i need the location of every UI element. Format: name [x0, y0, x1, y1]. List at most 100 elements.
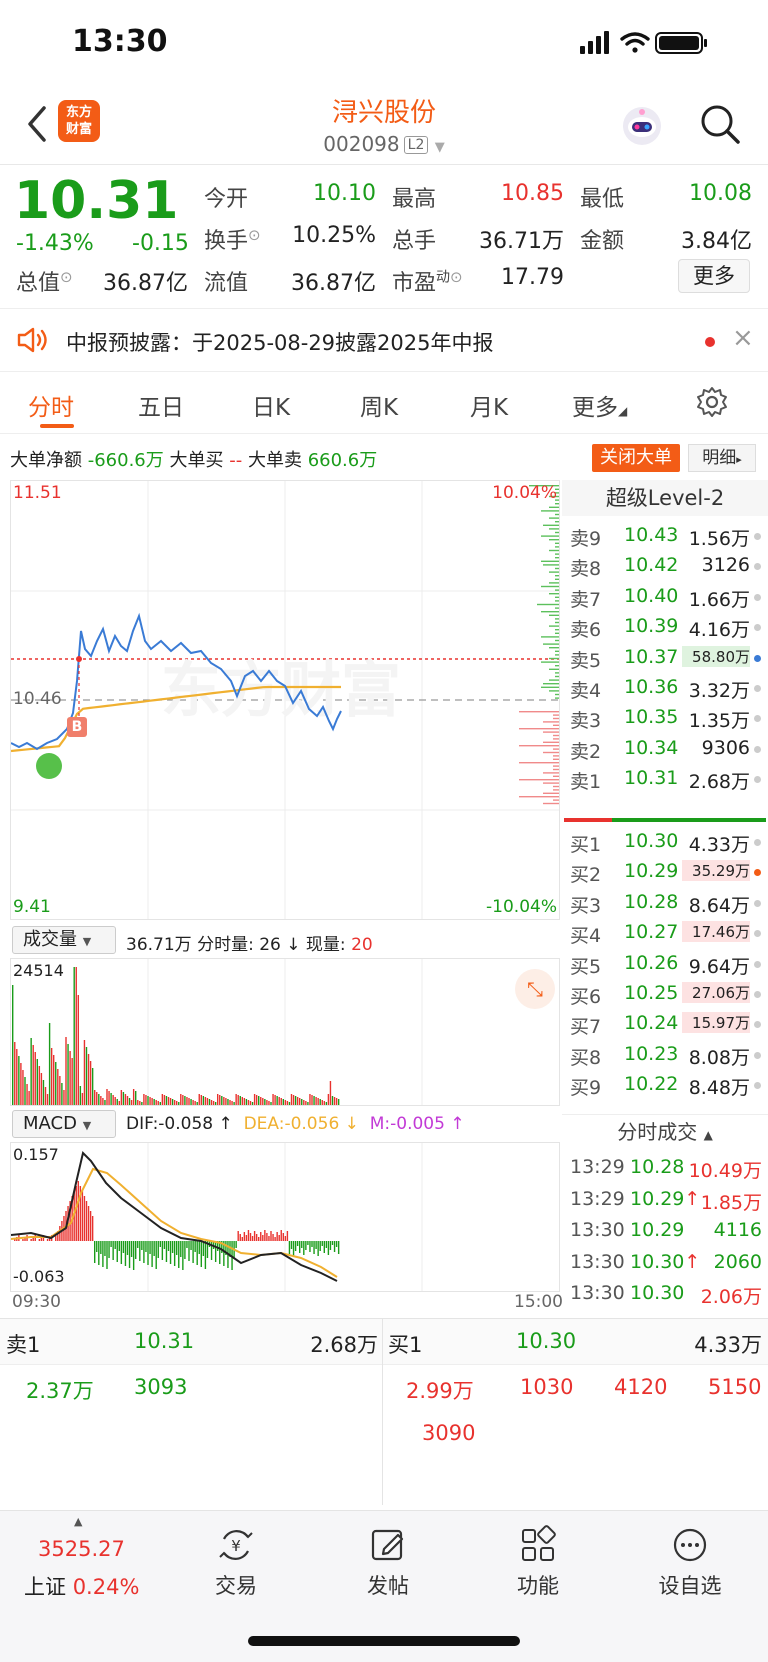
bid-row[interactable]: 买3 10.28 8.64万 — [562, 887, 768, 919]
tab-monthly-k[interactable]: 月K — [470, 388, 508, 422]
volume-chart[interactable]: 24514 ⤡ — [10, 958, 560, 1106]
bid-level-label: 买2 — [570, 864, 602, 887]
ask-row[interactable]: 卖9 10.43 1.56万 — [562, 520, 768, 552]
ask-row[interactable]: 卖1 10.31 2.68万 — [562, 763, 768, 795]
trades-title[interactable]: 分时成交 ▲ — [562, 1114, 768, 1148]
close-icon[interactable]: × — [732, 323, 754, 353]
trade-volume: 1.85万 — [700, 1191, 762, 1214]
level2-title[interactable]: 超级Level-2 — [562, 480, 768, 516]
bid-order: 3090 — [422, 1421, 476, 1445]
caret-up-icon: ▲ — [74, 1515, 83, 1528]
tab-trade[interactable]: ¥ 交易 — [186, 1525, 286, 1600]
ask-level-label: 卖2 — [570, 740, 602, 763]
ask-volume: 3.32万 — [688, 680, 750, 702]
close-big-order-button[interactable]: 关闭大单 — [592, 444, 680, 472]
volume-chart-svg — [12, 959, 423, 1105]
net-value: -660.6万 — [87, 450, 164, 471]
more-button[interactable]: 更多 — [678, 259, 750, 293]
bid-price: 10.28 — [624, 890, 679, 913]
settings-gear-icon[interactable] — [696, 386, 728, 418]
ask-row[interactable]: 卖5 10.37 58.80万 — [562, 642, 768, 674]
high-label: 最高 — [392, 187, 437, 212]
order-queue: 卖1 10.31 2.68万 买1 10.30 4.33万 2.37万 3093… — [0, 1318, 768, 1505]
level-dot — [754, 839, 761, 846]
macd-chart[interactable]: 0.157 -0.063 — [10, 1142, 560, 1292]
ask-row[interactable]: 卖2 10.34 9306 — [562, 733, 768, 765]
last-price: 10.31 — [14, 171, 179, 231]
bid-price: 10.24 — [624, 1012, 679, 1035]
unread-dot — [705, 337, 715, 347]
bid-row[interactable]: 买8 10.23 8.08万 — [562, 1039, 768, 1071]
tab-daily-k[interactable]: 日K — [252, 388, 290, 422]
tab-post[interactable]: 发帖 — [338, 1525, 438, 1600]
trade-time: 13:29 — [570, 1187, 625, 1210]
ask-row[interactable]: 卖6 10.39 4.16万 — [562, 611, 768, 643]
bid-row[interactable]: 买1 10.30 4.33万 — [562, 826, 768, 858]
intraday-chart[interactable]: 东方财富 11.51 10.04% 10.46 9.41 -10.04% B — [10, 480, 560, 920]
tab-functions[interactable]: 功能 — [488, 1525, 588, 1600]
bid-row[interactable]: 买7 10.24 15.97万 — [562, 1008, 768, 1040]
index-row[interactable]: 上证 0.24% — [24, 1571, 139, 1601]
volume-indicator-select[interactable]: 成交量 ▼ — [12, 926, 116, 954]
tab-intraday[interactable]: 分时 — [28, 388, 74, 422]
ask-row[interactable]: 卖3 10.35 1.35万 — [562, 702, 768, 734]
bid-price: 10.22 — [624, 1073, 679, 1096]
trade-time: 13:30 — [570, 1282, 625, 1304]
bid-row[interactable]: 买2 10.29 35.29万 — [562, 856, 768, 888]
tab-five-day[interactable]: 五日 — [138, 388, 184, 422]
macd-indicator-select[interactable]: MACD ▼ — [12, 1110, 116, 1138]
index-value[interactable]: 3525.27 — [38, 1537, 125, 1561]
bid-level-label: 买4 — [570, 925, 602, 948]
stock-code: 002098 — [323, 132, 400, 156]
level-dot — [754, 563, 761, 571]
bid-row[interactable]: 买6 10.25 27.06万 — [562, 978, 768, 1010]
bid-level-label: 买6 — [570, 986, 602, 1008]
search-icon[interactable] — [698, 102, 742, 146]
trade-price: 10.29 — [630, 1219, 685, 1241]
axis-top-pct: 10.04% — [492, 483, 557, 503]
open-value: 10.10 — [313, 181, 376, 206]
battery-icon — [655, 32, 707, 54]
bid-row[interactable]: 买9 10.22 8.48万 — [562, 1069, 768, 1101]
bid-row[interactable]: 买5 10.26 9.64万 — [562, 948, 768, 980]
change-pct: -1.43% — [16, 231, 94, 256]
bid-order: 5150 — [708, 1375, 762, 1399]
ask-volume: 1.66万 — [688, 588, 750, 611]
grid-icon — [522, 1525, 556, 1561]
mktcap-label[interactable]: 总值⊙ — [16, 265, 73, 297]
tab-more[interactable]: 更多◢ — [572, 388, 627, 422]
expand-icon[interactable]: ⤡ — [515, 969, 555, 1009]
robot-assistant-icon[interactable] — [620, 104, 664, 148]
bid-depth-bars — [519, 711, 559, 805]
big-sell-value: 660.6万 — [307, 450, 378, 471]
level-dot — [754, 593, 761, 601]
bid-row[interactable]: 买4 10.27 17.46万 — [562, 917, 768, 949]
buy-marker[interactable]: B — [67, 717, 87, 737]
bid-level-label: 买9 — [570, 1077, 602, 1100]
ask-price: 10.39 — [624, 615, 679, 638]
tab-weekly-k[interactable]: 周K — [360, 388, 398, 422]
ask-ratio-bar — [564, 818, 612, 822]
ask-row[interactable]: 卖4 10.36 3.32万 — [562, 672, 768, 704]
bid-price: 10.25 — [624, 982, 679, 1004]
announcement-bar[interactable]: 中报预披露：于2025-08-29披露2025年中报 × — [0, 308, 768, 372]
bid-order: 2.99万 — [406, 1379, 474, 1403]
volume-label: 总手 — [392, 229, 437, 254]
trade-row: 13:29 10.29↑ 1.85万 — [562, 1184, 768, 1216]
ask-row[interactable]: 卖8 10.42 3126 — [562, 550, 768, 582]
queue-bid-price: 10.30 — [516, 1329, 577, 1353]
quote-panel: 10.31 -1.43% -0.15 今开 10.10 最高 10.85 最低 … — [0, 164, 768, 308]
tab-add-watchlist[interactable]: 设自选 — [640, 1525, 740, 1600]
ask-row[interactable]: 卖7 10.40 1.66万 — [562, 581, 768, 613]
trade-row: 13:29 10.28 10.49万 — [562, 1152, 768, 1184]
turnover-label[interactable]: 换手⊙ — [204, 223, 261, 255]
trade-icon: ¥ — [219, 1530, 253, 1560]
bid-level-label: 买5 — [570, 955, 602, 978]
queue-ask-vol: 2.68万 — [310, 1333, 378, 1357]
level-dot — [754, 1082, 761, 1090]
trade-volume: 2.06万 — [700, 1286, 762, 1308]
detail-button[interactable]: 明细▸ — [688, 444, 756, 472]
pe-label[interactable]: 市盈动⊙ — [392, 265, 463, 297]
bid-ratio-bar — [612, 818, 766, 822]
ask-volume: 2.68万 — [688, 771, 750, 794]
